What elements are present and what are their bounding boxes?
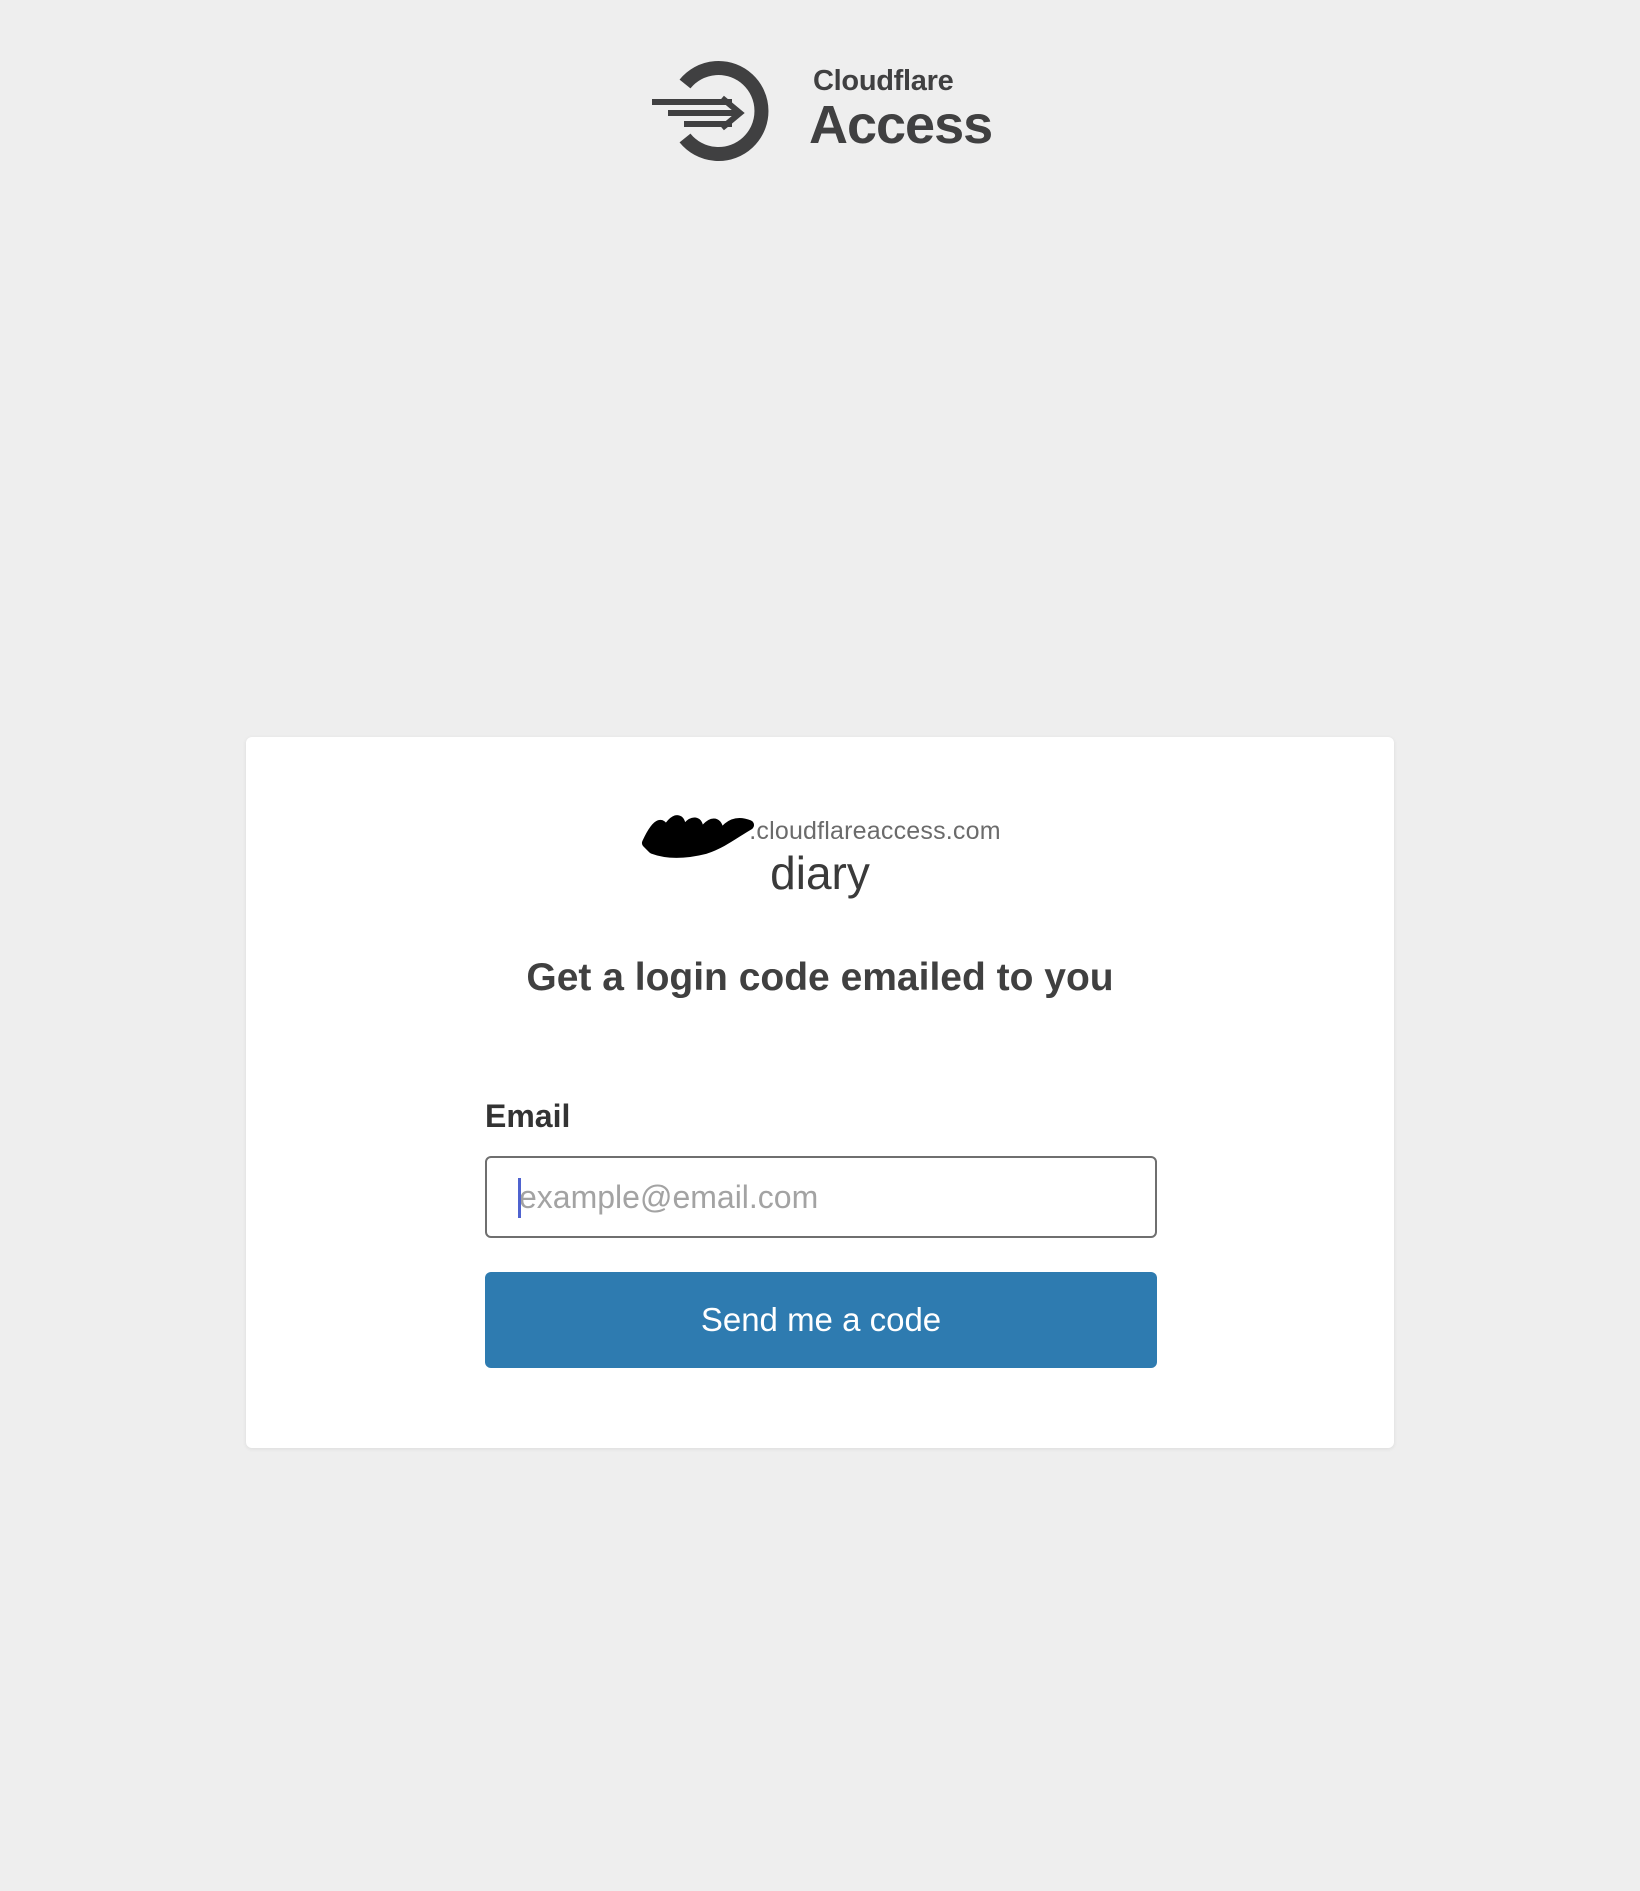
logo-text-access: Access xyxy=(809,95,993,155)
email-field[interactable] xyxy=(485,1156,1157,1238)
text-caret xyxy=(518,1178,521,1218)
email-label: Email xyxy=(485,1098,571,1134)
logo-text-cloudflare: Cloudflare xyxy=(813,65,954,97)
send-code-button[interactable]: Send me a code xyxy=(485,1272,1157,1368)
app-name: diary xyxy=(770,847,870,899)
card-title: Get a login code emailed to you xyxy=(526,956,1114,999)
cloudflare-access-logo-icon xyxy=(652,61,769,161)
login-card: .cloudflareaccess.com diary Get a login … xyxy=(246,737,1394,1448)
cloudflare-access-logo: Cloudflare Access xyxy=(650,55,1000,165)
domain-suffix: .cloudflareaccess.com xyxy=(749,817,1001,845)
